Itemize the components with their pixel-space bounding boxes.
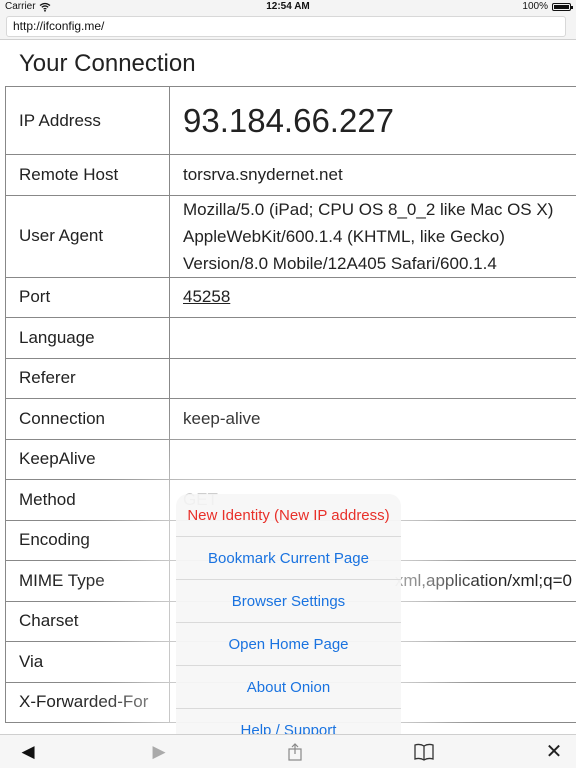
- table-row: IP Address 93.184.66.227: [5, 86, 576, 155]
- status-time: 12:54 AM: [266, 1, 310, 12]
- row-key: Language: [5, 317, 170, 359]
- user-agent-value: Mozilla/5.0 (iPad; CPU OS 8_0_2 like Mac…: [169, 194, 576, 278]
- close-icon[interactable]: ✕: [539, 735, 569, 768]
- row-key: IP Address: [5, 86, 170, 155]
- page-title: Your Connection: [19, 50, 196, 77]
- table-row: Connection keep-alive: [5, 398, 576, 440]
- bottom-toolbar: ◀ ▶ ✕: [0, 734, 576, 768]
- port-value: 45258: [169, 276, 576, 318]
- status-bar: Carrier 12:54 AM 100%: [0, 0, 576, 14]
- row-key: Connection: [5, 398, 170, 440]
- connection-value: keep-alive: [169, 398, 576, 440]
- row-key: User Agent: [5, 194, 170, 278]
- row-key: Encoding: [5, 519, 170, 561]
- row-key: Remote Host: [5, 154, 170, 196]
- table-row: Referer: [5, 357, 576, 399]
- bookmarks-icon[interactable]: [409, 735, 439, 768]
- row-key: Charset: [5, 600, 170, 642]
- address-bar: http://ifconfig.me/: [0, 14, 576, 40]
- table-row: Port 45258: [5, 276, 576, 318]
- referer-value: [169, 357, 576, 399]
- share-icon[interactable]: [280, 735, 310, 768]
- user-agent-line: AppleWebKit/600.1.4 (KHTML, like Gecko): [183, 226, 505, 246]
- ip-address-value: 93.184.66.227: [169, 86, 576, 155]
- about-onion-button[interactable]: About Onion: [176, 666, 401, 709]
- url-field[interactable]: http://ifconfig.me/: [6, 16, 566, 37]
- row-key: Port: [5, 276, 170, 318]
- browser-settings-button[interactable]: Browser Settings: [176, 580, 401, 623]
- table-row: Remote Host torsrva.snydernet.net: [5, 154, 576, 196]
- table-row: User Agent Mozilla/5.0 (iPad; CPU OS 8_0…: [5, 194, 576, 278]
- language-value: [169, 317, 576, 359]
- row-key: KeepAlive: [5, 438, 170, 480]
- row-key: Via: [5, 641, 170, 683]
- new-identity-button[interactable]: New Identity (New IP address): [176, 494, 401, 537]
- forward-arrow-icon[interactable]: ▶: [144, 735, 174, 768]
- table-row: KeepAlive: [5, 438, 576, 480]
- battery-percentage: 100%: [522, 1, 548, 12]
- row-key: MIME Type: [5, 560, 170, 602]
- user-agent-line: Mozilla/5.0 (iPad; CPU OS 8_0_2 like Mac…: [183, 199, 554, 219]
- bookmark-current-page-button[interactable]: Bookmark Current Page: [176, 537, 401, 580]
- table-row: Language: [5, 317, 576, 359]
- keepalive-value: [169, 438, 576, 480]
- remote-host-value: torsrva.snydernet.net: [169, 154, 576, 196]
- port-link[interactable]: 45258: [183, 287, 230, 306]
- battery-icon: [552, 3, 573, 11]
- row-key: Referer: [5, 357, 170, 399]
- back-arrow-icon[interactable]: ◀: [13, 735, 43, 768]
- open-home-page-button[interactable]: Open Home Page: [176, 623, 401, 666]
- row-key: Method: [5, 479, 170, 521]
- action-menu: New Identity (New IP address) Bookmark C…: [176, 494, 401, 752]
- user-agent-line: Version/8.0 Mobile/12A405 Safari/600.1.4: [183, 253, 497, 273]
- row-key: X-Forwarded-For: [5, 681, 170, 723]
